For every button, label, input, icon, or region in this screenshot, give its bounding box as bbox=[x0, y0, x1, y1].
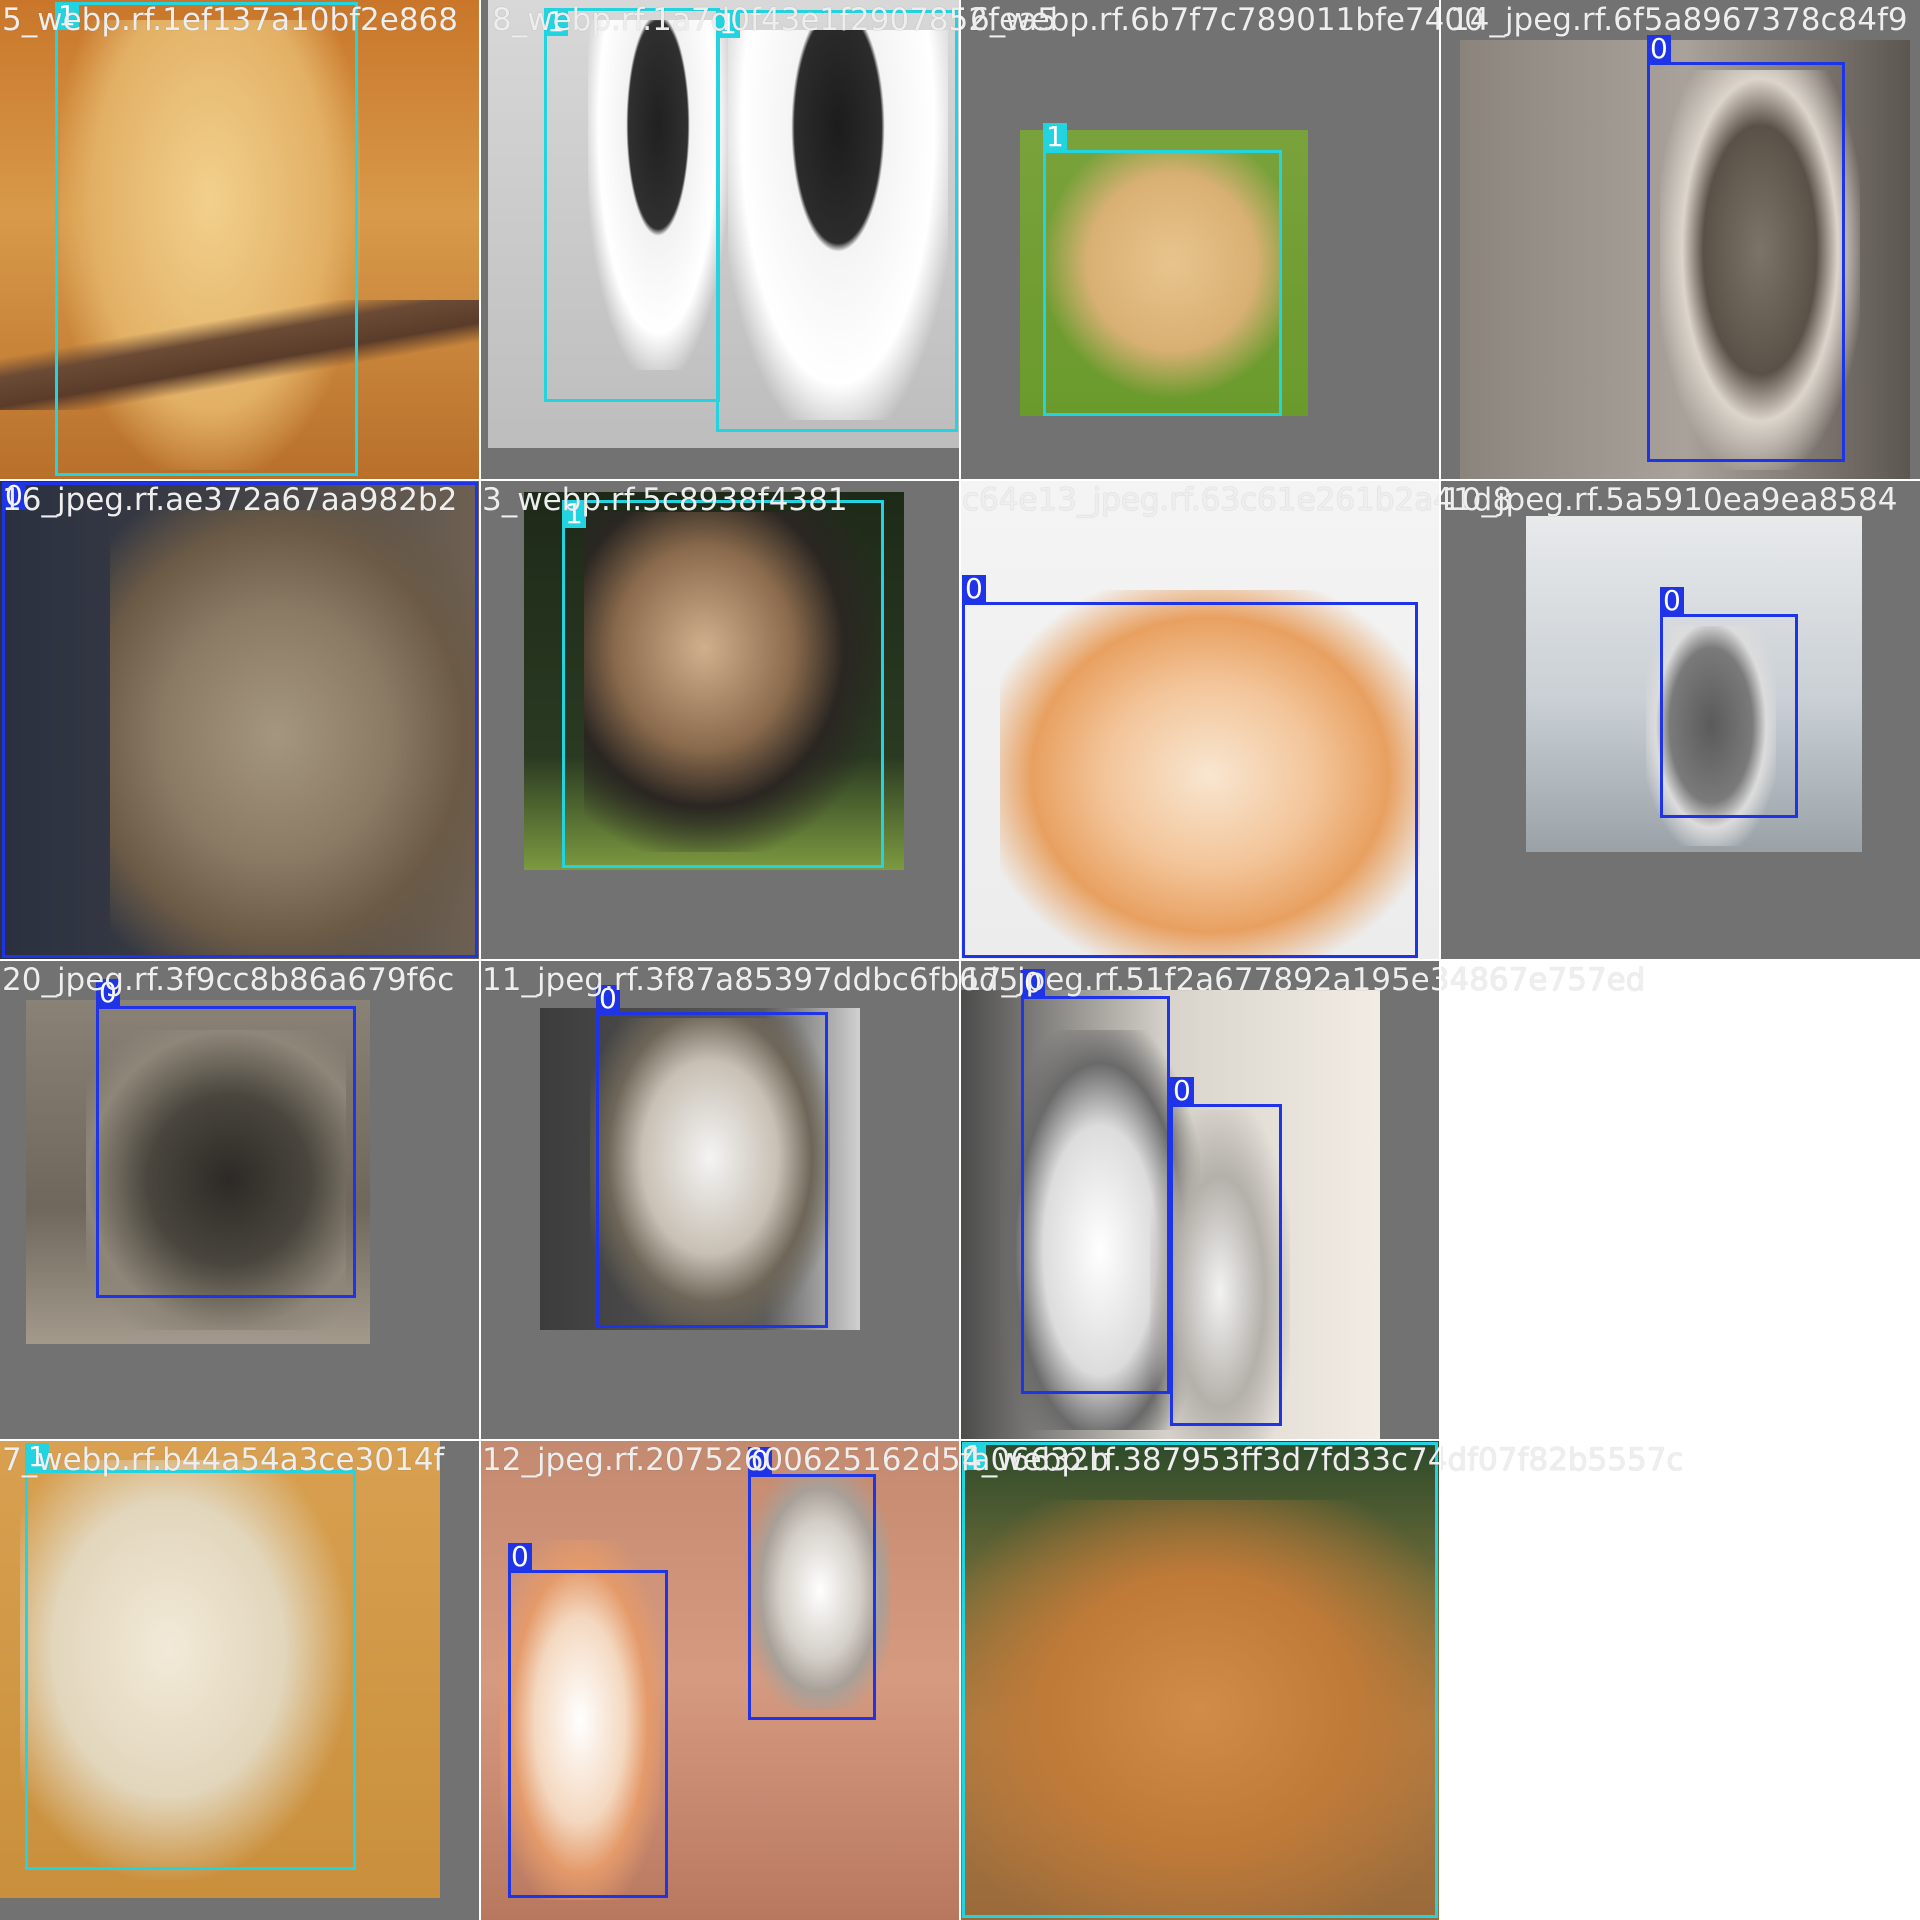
image-filename-label: 20_jpeg.rf.3f9cc8b86a679f6c bbox=[2, 962, 455, 998]
mosaic-tile: 1 bbox=[960, 1440, 1440, 1920]
image-filename-label: 11_jpeg.rf.3f87a85397ddbc6fb6d5 bbox=[482, 962, 1019, 998]
image-filename-label: 7_webp.rf.b44a54a3ce3014f bbox=[2, 1442, 445, 1478]
image-filename-label: 4_webp.rf.387953ff3d7fd33c74df07f82b5557… bbox=[962, 1442, 1684, 1478]
class-id-tag: 0 bbox=[1170, 1077, 1194, 1105]
bounding-box-class-0: 0 bbox=[962, 575, 1418, 958]
mosaic-tile: 0 bbox=[1440, 480, 1920, 960]
bounding-box-class-0: 0 bbox=[1647, 35, 1845, 462]
image-filename-label: 16_jpeg.rf.ae372a67aa982b2 bbox=[2, 482, 458, 518]
mosaic-tile: 0 bbox=[960, 480, 1440, 960]
mosaic-tile: 1 bbox=[0, 1440, 480, 1920]
class-id-tag: 0 bbox=[1660, 587, 1684, 615]
bounding-box-class-1: 1 bbox=[544, 8, 720, 402]
mosaic-tile: 1 bbox=[960, 0, 1440, 480]
bounding-box-class-0: 0 bbox=[96, 979, 356, 1298]
image-filename-label: 6_webp.rf.6b7f7c789011bfe7400 bbox=[970, 2, 1484, 38]
mosaic-tile: 0 bbox=[0, 960, 480, 1440]
class-id-tag: 0 bbox=[508, 1543, 532, 1571]
mosaic-tile bbox=[1440, 960, 1920, 1440]
image-filename-label: 10_jpeg.rf.5a5910ea9ea8584 bbox=[1442, 482, 1898, 518]
bounding-box-class-0: 0 bbox=[1660, 587, 1798, 818]
bounding-box-class-1: 1 bbox=[716, 10, 958, 432]
mosaic-tile: 0 bbox=[1440, 0, 1920, 480]
bounding-box-class-0: 0 bbox=[1170, 1077, 1282, 1426]
mosaic-tile: 1 bbox=[480, 480, 960, 960]
bounding-box-class-1: 1 bbox=[55, 2, 358, 476]
mosaic-tile: 0 bbox=[480, 960, 960, 1440]
class-id-tag: 0 bbox=[962, 575, 986, 603]
mosaic-tile: 00 bbox=[480, 1440, 960, 1920]
bounding-box-class-0: 0 bbox=[2, 482, 478, 958]
image-filename-label: 3_webp.rf.5c8938f4381 bbox=[482, 482, 848, 518]
image-filename-label: 14_jpeg.rf.6f5a8967378c84f9 bbox=[1450, 2, 1908, 38]
bounding-box-class-1: 1 bbox=[25, 1443, 356, 1870]
bounding-box-class-0: 0 bbox=[596, 985, 828, 1328]
class-id-tag: 1 bbox=[1043, 123, 1067, 151]
image-filename-label: 17_jpeg.rf.51f2a677892a195e34867e757ed bbox=[962, 962, 1646, 998]
class-id-tag: 0 bbox=[1647, 35, 1671, 63]
tile-divider bbox=[0, 1439, 1920, 1441]
bounding-box-class-1: 1 bbox=[1043, 123, 1282, 416]
image-filename-label: c64e13_jpeg.rf.63c61e261b2a41d8 bbox=[962, 482, 1513, 518]
bounding-box-class-1: 1 bbox=[562, 500, 884, 868]
bounding-box-class-1: 1 bbox=[962, 1442, 1438, 1918]
bounding-box-class-0: 0 bbox=[1021, 969, 1170, 1394]
image-filename-label: 5_webp.rf.1ef137a10bf2e868 bbox=[2, 2, 458, 38]
bounding-box-class-0: 0 bbox=[748, 1447, 876, 1720]
bounding-box-class-0: 0 bbox=[508, 1543, 668, 1898]
mosaic-tile: 0 bbox=[0, 480, 480, 960]
tile-divider bbox=[0, 959, 1920, 961]
mosaic-tile bbox=[1440, 1440, 1920, 1920]
mosaic-tile: 11 bbox=[480, 0, 960, 480]
tile-divider bbox=[1439, 0, 1441, 1920]
mosaic-tile: 00 bbox=[960, 960, 1440, 1440]
image-mosaic: 1 1 1 1 0 0 1 0 0 0 0 0 0 1 0 0 1 5_webp.rf.1ef137a10bf2e… bbox=[0, 0, 1920, 1920]
mosaic-tile: 1 bbox=[0, 0, 480, 480]
